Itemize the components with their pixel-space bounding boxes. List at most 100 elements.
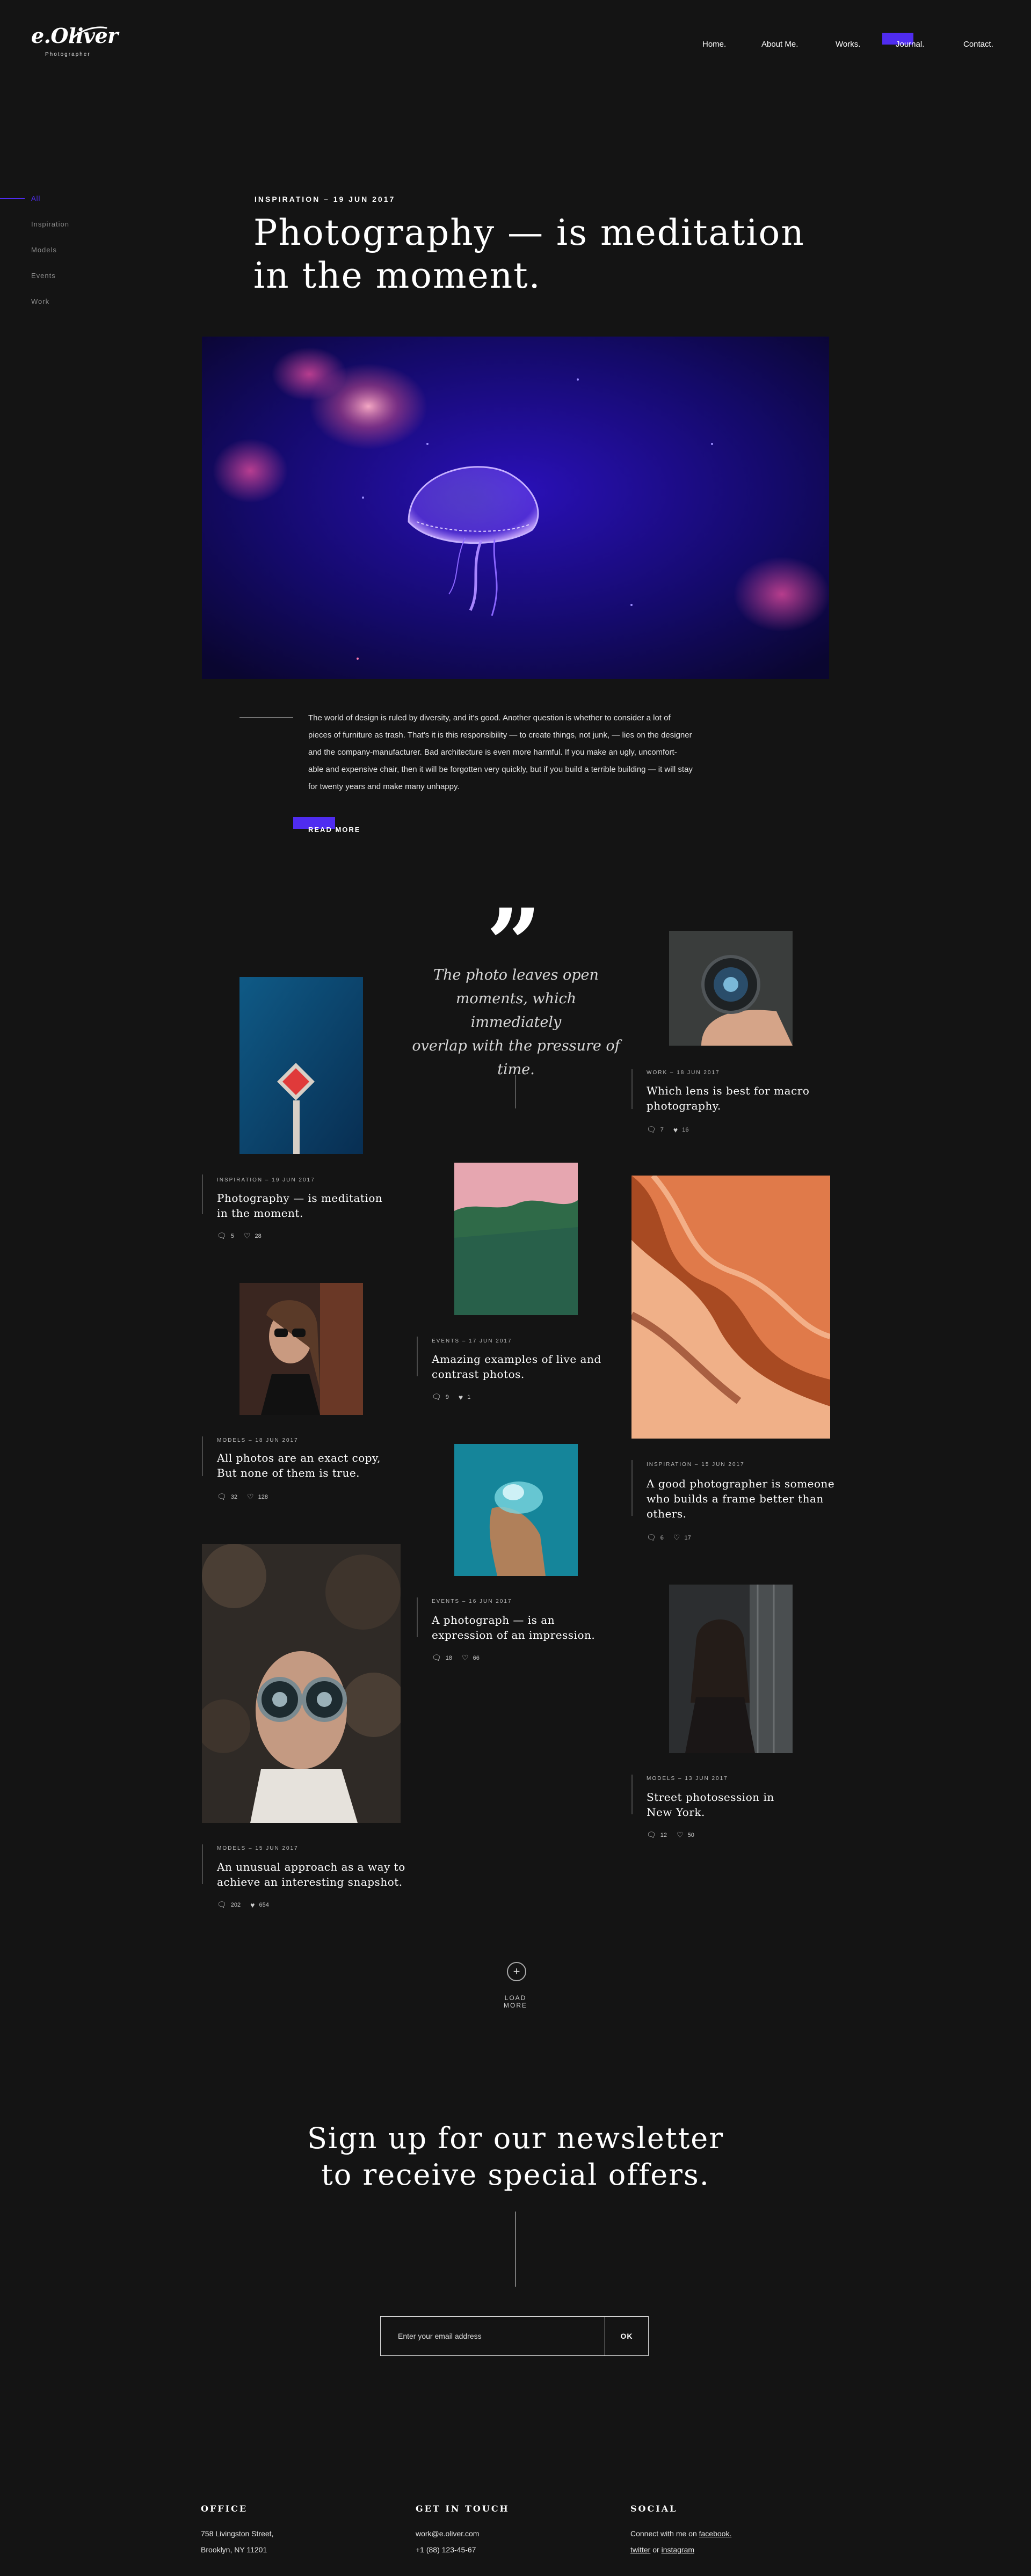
post-title-line: contrast photos. <box>432 1368 525 1381</box>
instagram-link[interactable]: instagram <box>662 2545 694 2554</box>
nav-item-home[interactable]: Home. <box>702 40 726 49</box>
office-address-line: Brooklyn, NY 11201 <box>201 2545 267 2554</box>
twitter-link[interactable]: twitter <box>630 2545 650 2554</box>
post-image-field[interactable] <box>454 1163 578 1315</box>
post-title[interactable]: All photos are an exact copy, But none o… <box>217 1450 381 1480</box>
comment-icon[interactable]: 🗨 <box>217 1231 227 1240</box>
email-input[interactable] <box>381 2317 605 2355</box>
post-card-bar <box>631 1460 633 1516</box>
load-more-button[interactable]: LOAD MORE <box>494 1994 537 2009</box>
comment-count: 5 <box>230 1232 234 1239</box>
heart-icon[interactable]: ♡ <box>677 1830 684 1840</box>
like-count: 654 <box>259 1901 269 1908</box>
post-meta: EVENTS – 17 JUN 2017 <box>432 1338 512 1344</box>
comment-icon[interactable]: 🗨 <box>647 1125 656 1134</box>
contact-email-link[interactable]: work@e.oliver.com <box>416 2529 479 2538</box>
post-stats: 🗨 12 ♡ 50 <box>647 1830 694 1840</box>
submit-button[interactable]: OK <box>605 2317 648 2355</box>
nav-item-about[interactable]: About Me. <box>761 40 798 49</box>
post-image-woman-sunglasses[interactable] <box>239 1283 363 1415</box>
post-stats: 🗨 9 ♥ 1 <box>432 1392 470 1402</box>
intro-line: pieces of furniture as trash. That's it … <box>308 731 692 740</box>
field-illustration <box>454 1163 578 1315</box>
like-count: 128 <box>258 1493 268 1500</box>
heart-icon[interactable]: ♥ <box>673 1126 678 1134</box>
sidebar-item-all[interactable]: All <box>31 194 40 202</box>
comment-icon[interactable]: 🗨 <box>217 1492 227 1501</box>
comment-icon[interactable]: 🗨 <box>647 1533 656 1542</box>
post-title[interactable]: Which lens is best for macro photography… <box>647 1083 809 1113</box>
lens-in-hand-illustration <box>669 931 793 1046</box>
contact-phone[interactable]: +1 (88) 123-45-67 <box>416 2545 476 2554</box>
portrait-illustration <box>239 1283 363 1415</box>
hero-title-line: in the moment. <box>253 255 541 296</box>
post-image-street[interactable] <box>669 1585 793 1753</box>
nav-item-works[interactable]: Works. <box>836 40 860 49</box>
hero-image-jellyfish[interactable] <box>202 337 829 679</box>
post-title-line: Street photosession in <box>647 1791 774 1804</box>
intro-paragraph: The world of design is ruled by diversit… <box>308 710 722 796</box>
post-card-bar <box>631 1775 633 1814</box>
nav-item-journal[interactable]: Journal. <box>896 40 924 49</box>
hero-meta: INSPIRATION – 19 JUN 2017 <box>255 195 396 203</box>
heart-icon[interactable]: ♡ <box>673 1533 680 1542</box>
post-stats: 🗨 18 ♡ 66 <box>432 1653 480 1662</box>
post-card-bar <box>631 1069 633 1109</box>
post-image-goggles[interactable] <box>202 1544 401 1823</box>
quote-line: time. <box>497 1061 535 1078</box>
post-image-lens[interactable] <box>669 931 793 1046</box>
post-title[interactable]: A good photographer is someone who build… <box>647 1476 834 1521</box>
post-title[interactable]: A photograph — is an expression of an im… <box>432 1612 595 1643</box>
intro-line: and the company-manufacturer. Bad archit… <box>308 748 677 757</box>
plus-icon[interactable]: + <box>507 1962 526 1981</box>
like-count: 17 <box>684 1534 691 1541</box>
post-card-bar <box>417 1337 418 1376</box>
quote-line: The photo leaves open <box>433 967 599 983</box>
sidebar-item-inspiration[interactable]: Inspiration <box>31 220 69 228</box>
post-title-line: expression of an impression. <box>432 1629 596 1641</box>
comment-count: 6 <box>660 1534 664 1541</box>
canyon-illustration <box>631 1176 830 1439</box>
post-title[interactable]: An unusual approach as a way to achieve … <box>217 1859 405 1889</box>
post-image-coast[interactable] <box>454 1444 578 1576</box>
post-title-line: A photograph — is an <box>432 1614 555 1626</box>
sidebar-item-events[interactable]: Events <box>31 272 56 280</box>
heart-icon[interactable]: ♥ <box>459 1393 463 1402</box>
post-image-canyon[interactable] <box>631 1176 830 1439</box>
post-stats: 🗨 5 ♡ 28 <box>217 1231 262 1240</box>
post-card-bar <box>202 1436 203 1476</box>
heart-icon[interactable]: ♡ <box>462 1653 469 1662</box>
post-title-line: achieve an interesting snapshot. <box>217 1876 403 1888</box>
post-title[interactable]: Amazing examples of live and contrast ph… <box>432 1352 601 1382</box>
sidebar-item-models[interactable]: Models <box>31 246 57 254</box>
post-title[interactable]: Photography — is meditation in the momen… <box>217 1191 382 1221</box>
comment-icon[interactable]: 🗨 <box>432 1392 441 1402</box>
post-image-pier[interactable] <box>239 977 363 1154</box>
post-title[interactable]: Street photosession in New York. <box>647 1790 774 1820</box>
hero-title[interactable]: Photography — is meditation in the momen… <box>253 211 844 297</box>
post-title-line: in the moment. <box>217 1207 303 1220</box>
comment-count: 32 <box>230 1493 238 1500</box>
footer-office-heading: OFFICE <box>201 2504 248 2514</box>
post-title-line: who builds a frame better than <box>647 1492 824 1505</box>
footer-contact-heading: GET IN TOUCH <box>416 2504 510 2514</box>
post-card-bar <box>202 1844 203 1884</box>
heart-icon[interactable]: ♥ <box>250 1901 255 1909</box>
sidebar-item-work[interactable]: Work <box>31 297 49 305</box>
post-title-line: Photography — is meditation <box>217 1192 383 1205</box>
comment-count: 9 <box>445 1393 449 1400</box>
comment-icon[interactable]: 🗨 <box>647 1830 656 1840</box>
read-more-link[interactable]: READ MORE <box>308 826 360 834</box>
pier-aerial-illustration <box>239 977 363 1154</box>
logo-tagline: Photographer <box>45 52 91 57</box>
comment-icon[interactable]: 🗨 <box>217 1900 227 1909</box>
heart-icon[interactable]: ♡ <box>244 1231 251 1240</box>
facebook-link[interactable]: facebook. <box>699 2529 732 2538</box>
post-title-line: photography. <box>647 1099 721 1112</box>
nav-item-contact[interactable]: Contact. <box>963 40 993 49</box>
heart-icon[interactable]: ♡ <box>247 1492 254 1501</box>
post-title-line: A good photographer is someone <box>647 1477 835 1490</box>
comment-icon[interactable]: 🗨 <box>432 1653 441 1662</box>
hero-title-line: Photography — is meditation <box>253 212 805 253</box>
social-or: or <box>652 2545 659 2554</box>
